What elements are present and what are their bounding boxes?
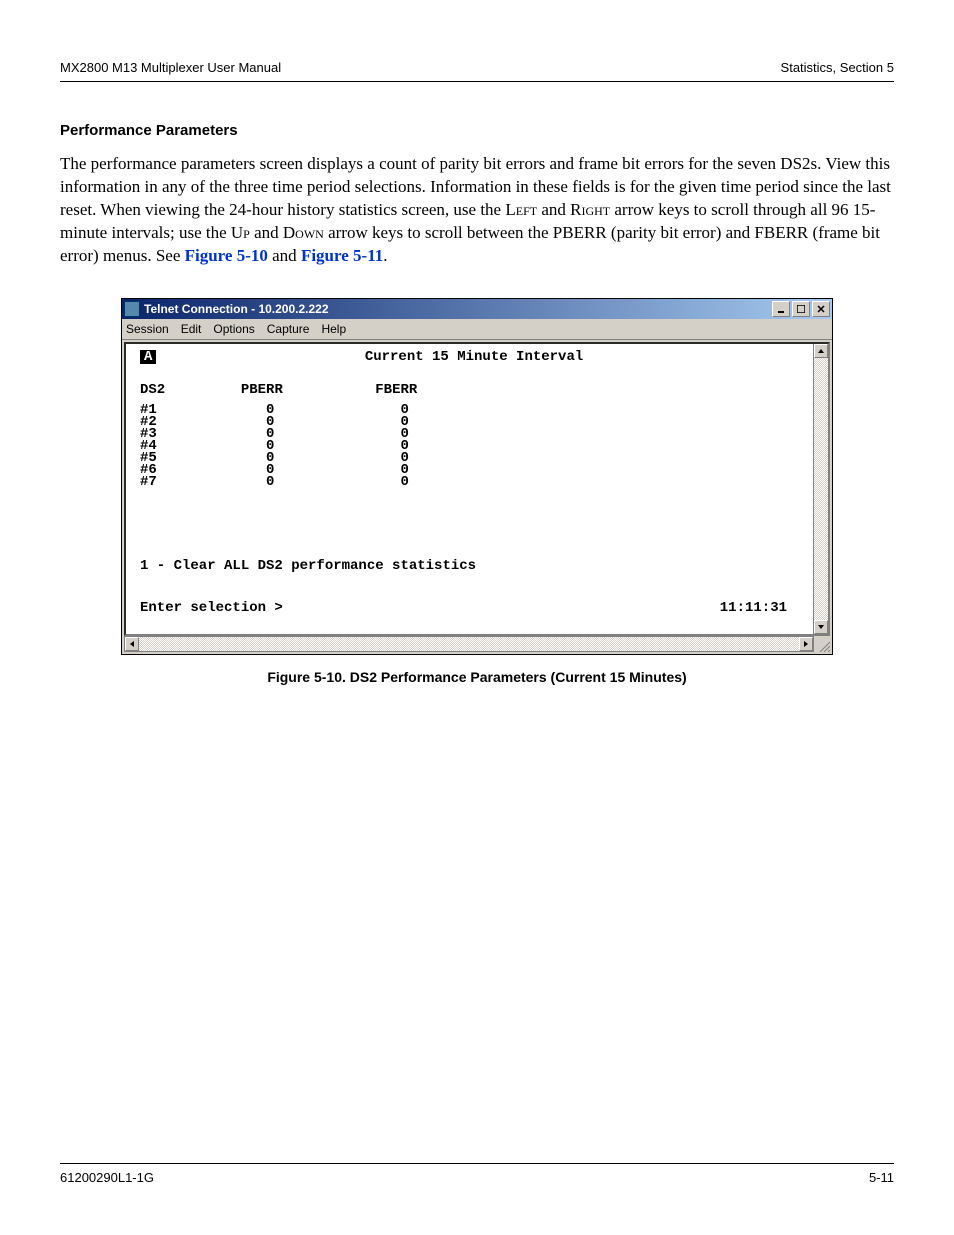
menu-session[interactable]: Session [126, 322, 169, 336]
body-mid5: and [268, 246, 301, 265]
menu-options[interactable]: Options [213, 322, 254, 336]
telnet-window: Telnet Connection - 10.200.2.222 Session… [121, 298, 833, 655]
col-fberr: FBERR [375, 382, 417, 398]
clear-option-line: 1 - Clear ALL DS2 performance statistics [140, 558, 807, 574]
vertical-scrollbar[interactable] [813, 344, 828, 634]
header-right: Statistics, Section 5 [781, 60, 894, 75]
scroll-down-arrow-icon[interactable] [814, 620, 828, 634]
scroll-left-arrow-icon[interactable] [125, 637, 139, 651]
key-left: Left [505, 200, 537, 219]
table-header-row: DS2 PBERR FBERR [140, 382, 807, 398]
header-left: MX2800 M13 Multiplexer User Manual [60, 60, 281, 75]
menubar: Session Edit Options Capture Help [122, 319, 832, 340]
interval-title: Current 15 Minute Interval [365, 349, 583, 365]
selection-prompt: Enter selection > [140, 600, 283, 616]
body-mid1: and [537, 200, 570, 219]
scroll-right-arrow-icon[interactable] [799, 637, 813, 651]
key-up: Up [231, 223, 250, 242]
key-right: Right [570, 200, 610, 219]
menu-capture[interactable]: Capture [267, 322, 310, 336]
terminal-area[interactable]: A Current 15 Minute Interval DS2 PBERR F… [126, 344, 814, 634]
maximize-button[interactable] [792, 301, 810, 317]
scroll-track[interactable] [814, 358, 828, 620]
footer-rule [60, 1163, 894, 1164]
scroll-up-arrow-icon[interactable] [814, 344, 828, 358]
figure-caption: Figure 5-10. DS2 Performance Parameters … [60, 669, 894, 685]
body-end: . [383, 246, 387, 265]
titlebar: Telnet Connection - 10.200.2.222 [122, 299, 832, 319]
body-mid3: and [250, 223, 283, 242]
horizontal-scrollbar[interactable] [124, 636, 814, 652]
footer-right: 5-11 [869, 1170, 894, 1185]
close-button[interactable] [812, 301, 830, 317]
link-figure-5-11[interactable]: Figure 5-11 [301, 246, 383, 265]
col-ds2: DS2 [140, 382, 165, 398]
resize-grip-icon[interactable] [814, 636, 830, 652]
window-title: Telnet Connection - 10.200.2.222 [144, 302, 770, 316]
section-heading: Performance Parameters [60, 122, 894, 139]
menu-edit[interactable]: Edit [181, 322, 202, 336]
link-figure-5-10[interactable]: Figure 5-10 [185, 246, 268, 265]
minimize-button[interactable] [772, 301, 790, 317]
key-down: Down [283, 223, 324, 242]
table-row: #7 0 0 [140, 476, 807, 488]
footer-left: 61200290L1-1G [60, 1170, 154, 1185]
terminal-cursor-indicator: A [140, 350, 156, 364]
col-pberr: PBERR [241, 382, 283, 398]
app-icon [124, 301, 140, 317]
hscroll-track[interactable] [139, 637, 799, 651]
header-rule [60, 81, 894, 82]
clock: 11:11:31 [720, 600, 787, 616]
body-paragraph: The performance parameters screen displa… [60, 153, 894, 268]
menu-help[interactable]: Help [321, 322, 346, 336]
